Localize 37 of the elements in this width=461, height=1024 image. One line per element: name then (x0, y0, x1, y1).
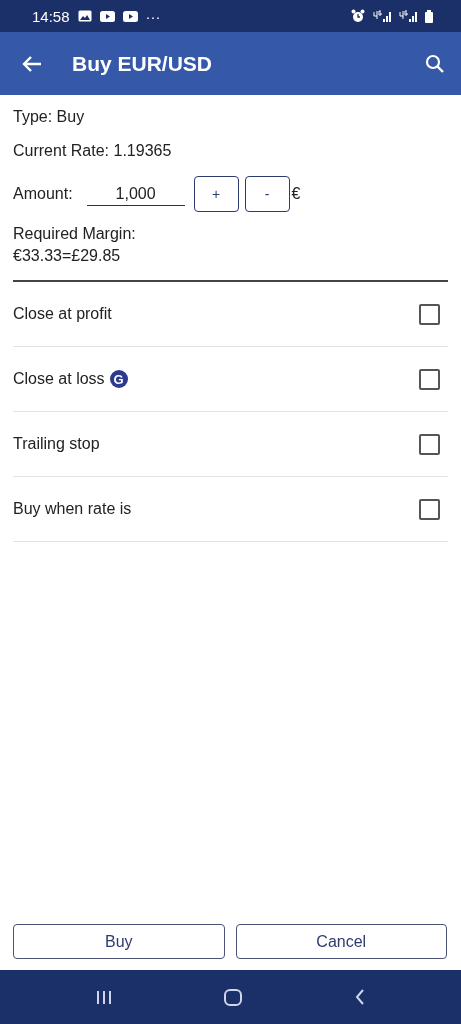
amount-label: Amount: (13, 185, 73, 203)
signal-icon (399, 9, 417, 23)
screen-title: Buy EUR/USD (72, 51, 214, 76)
search-icon (425, 53, 445, 74)
checkbox[interactable] (419, 303, 440, 325)
back-button[interactable] (22, 54, 42, 73)
alarm-icon (351, 9, 365, 23)
amount-field[interactable]: 1,000 (86, 182, 185, 206)
video-icon (99, 9, 115, 23)
buy-button[interactable]: Buy (13, 924, 225, 959)
checkbox[interactable] (419, 433, 440, 455)
current-rate: Current Rate: 1.19365 (13, 142, 172, 160)
option-label: Trailing stop (13, 435, 100, 453)
cancel-button[interactable]: Cancel (235, 924, 447, 959)
currency-symbol: € (291, 185, 301, 203)
margin-label: Required Margin: (13, 225, 136, 243)
margin-value: €33.33=£29.85 (13, 247, 121, 265)
image-icon (77, 10, 92, 22)
search-button[interactable] (425, 53, 445, 74)
signal-icon (373, 9, 391, 23)
decrease-button[interactable]: - (244, 176, 290, 212)
info-badge[interactable]: G (109, 370, 128, 388)
battery-icon (425, 9, 433, 23)
more-notifications: ··· (145, 7, 161, 25)
clock: 14:58 (32, 7, 70, 25)
back-icon (354, 989, 365, 1005)
option-label: Close at loss (13, 370, 105, 388)
checkbox[interactable] (419, 368, 440, 390)
home-icon (224, 988, 243, 1006)
back-arrow-icon (22, 54, 42, 73)
video-icon (122, 9, 138, 23)
option-label: Close at profit (13, 305, 112, 323)
checkbox[interactable] (419, 498, 440, 520)
option-label: Buy when rate is (13, 500, 132, 518)
order-type: Type: Buy (13, 108, 85, 126)
recent-apps-icon (96, 989, 113, 1005)
increase-button[interactable]: + (193, 176, 239, 212)
